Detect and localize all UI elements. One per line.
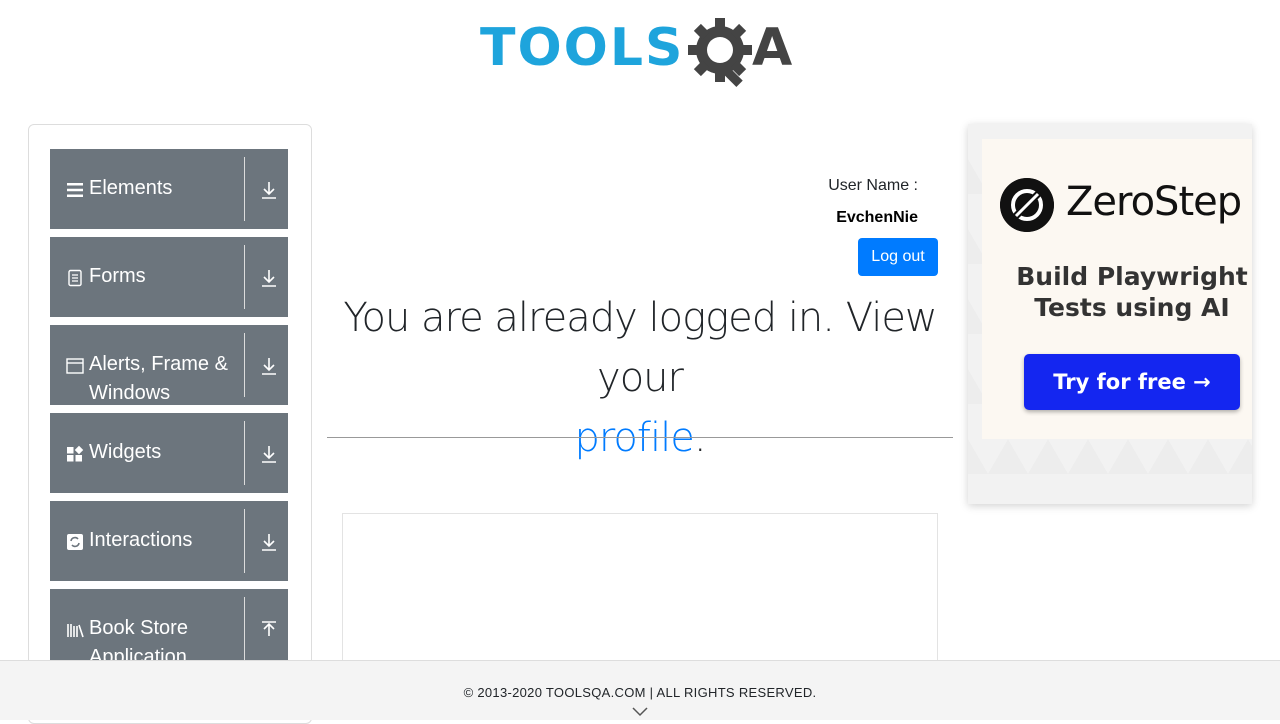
username-value: EvchenNie: [836, 209, 918, 226]
message-text: You are already logged in. View your: [343, 295, 937, 401]
gear-magnifier-icon: [688, 18, 752, 88]
advertisement[interactable]: ZeroStep Build Playwright Tests using AI…: [968, 124, 1252, 504]
main-content: User Name : EvchenNie Log out You are al…: [327, 124, 953, 673]
form-icon: [68, 269, 82, 287]
sidebar-group-elements[interactable]: Elements: [50, 149, 288, 229]
divider: [244, 509, 245, 573]
sidebar-group-book-store[interactable]: Book Store Application: [50, 589, 288, 669]
chevron-down-icon[interactable]: [632, 705, 648, 717]
already-logged-in-message: You are already logged in. View your pro…: [327, 288, 953, 468]
sidebar-group-forms[interactable]: Forms: [50, 237, 288, 317]
sidebar-group-label: Interactions: [89, 529, 193, 551]
divider: [327, 437, 953, 438]
hamburger-icon: [67, 183, 83, 197]
window-icon: [66, 358, 84, 374]
sidebar-group-label: Forms: [89, 265, 146, 287]
download-arrow-icon[interactable]: [260, 532, 278, 552]
zerostep-logo-icon: [1000, 178, 1054, 232]
download-arrow-icon[interactable]: [260, 444, 278, 464]
message-period: .: [693, 415, 707, 461]
username-label: User Name :: [828, 177, 918, 194]
ad-brand-name: ZeroStep: [1066, 179, 1242, 225]
sidebar-group-interactions[interactable]: Interactions: [50, 501, 288, 581]
profile-link[interactable]: profile: [574, 415, 694, 461]
sidebar-group-label: Widgets: [89, 441, 162, 463]
toolsqa-logo[interactable]: TOOLS A: [480, 14, 805, 92]
sidebar-group-label: Elements: [89, 177, 173, 199]
copyright-text: © 2013-2020 TOOLSQA.COM | ALL RIGHTS RES…: [463, 685, 817, 700]
download-arrow-icon[interactable]: [260, 268, 278, 288]
logo-text-tools: TOOLS: [480, 18, 685, 78]
books-icon: [67, 624, 84, 638]
interactions-icon: [67, 534, 83, 550]
sidebar-group-widgets[interactable]: Widgets: [50, 413, 288, 493]
footer: © 2013-2020 TOOLSQA.COM | ALL RIGHTS RES…: [0, 660, 1280, 720]
try-for-free-button[interactable]: Try for free →: [1024, 354, 1240, 410]
download-arrow-icon[interactable]: [260, 180, 278, 200]
divider: [244, 421, 245, 485]
ad-card: ZeroStep Build Playwright Tests using AI…: [982, 139, 1252, 439]
content-panel: [342, 513, 938, 673]
sidebar: Elements Forms Alerts, Frame & Windows W…: [28, 124, 312, 724]
logo-text-a: A: [752, 18, 793, 78]
widgets-icon: [67, 445, 84, 462]
sidebar-group-label: Alerts, Frame & Windows: [89, 353, 228, 404]
sidebar-group-alerts[interactable]: Alerts, Frame & Windows: [50, 325, 288, 405]
upload-arrow-icon[interactable]: [260, 620, 278, 640]
divider: [244, 333, 245, 397]
ad-tagline: Build Playwright Tests using AI: [1016, 262, 1248, 322]
header: TOOLS A: [0, 0, 1280, 100]
divider: [244, 245, 245, 309]
divider: [244, 597, 245, 661]
download-arrow-icon[interactable]: [260, 356, 278, 376]
logout-button[interactable]: Log out: [858, 238, 938, 276]
divider: [244, 157, 245, 221]
